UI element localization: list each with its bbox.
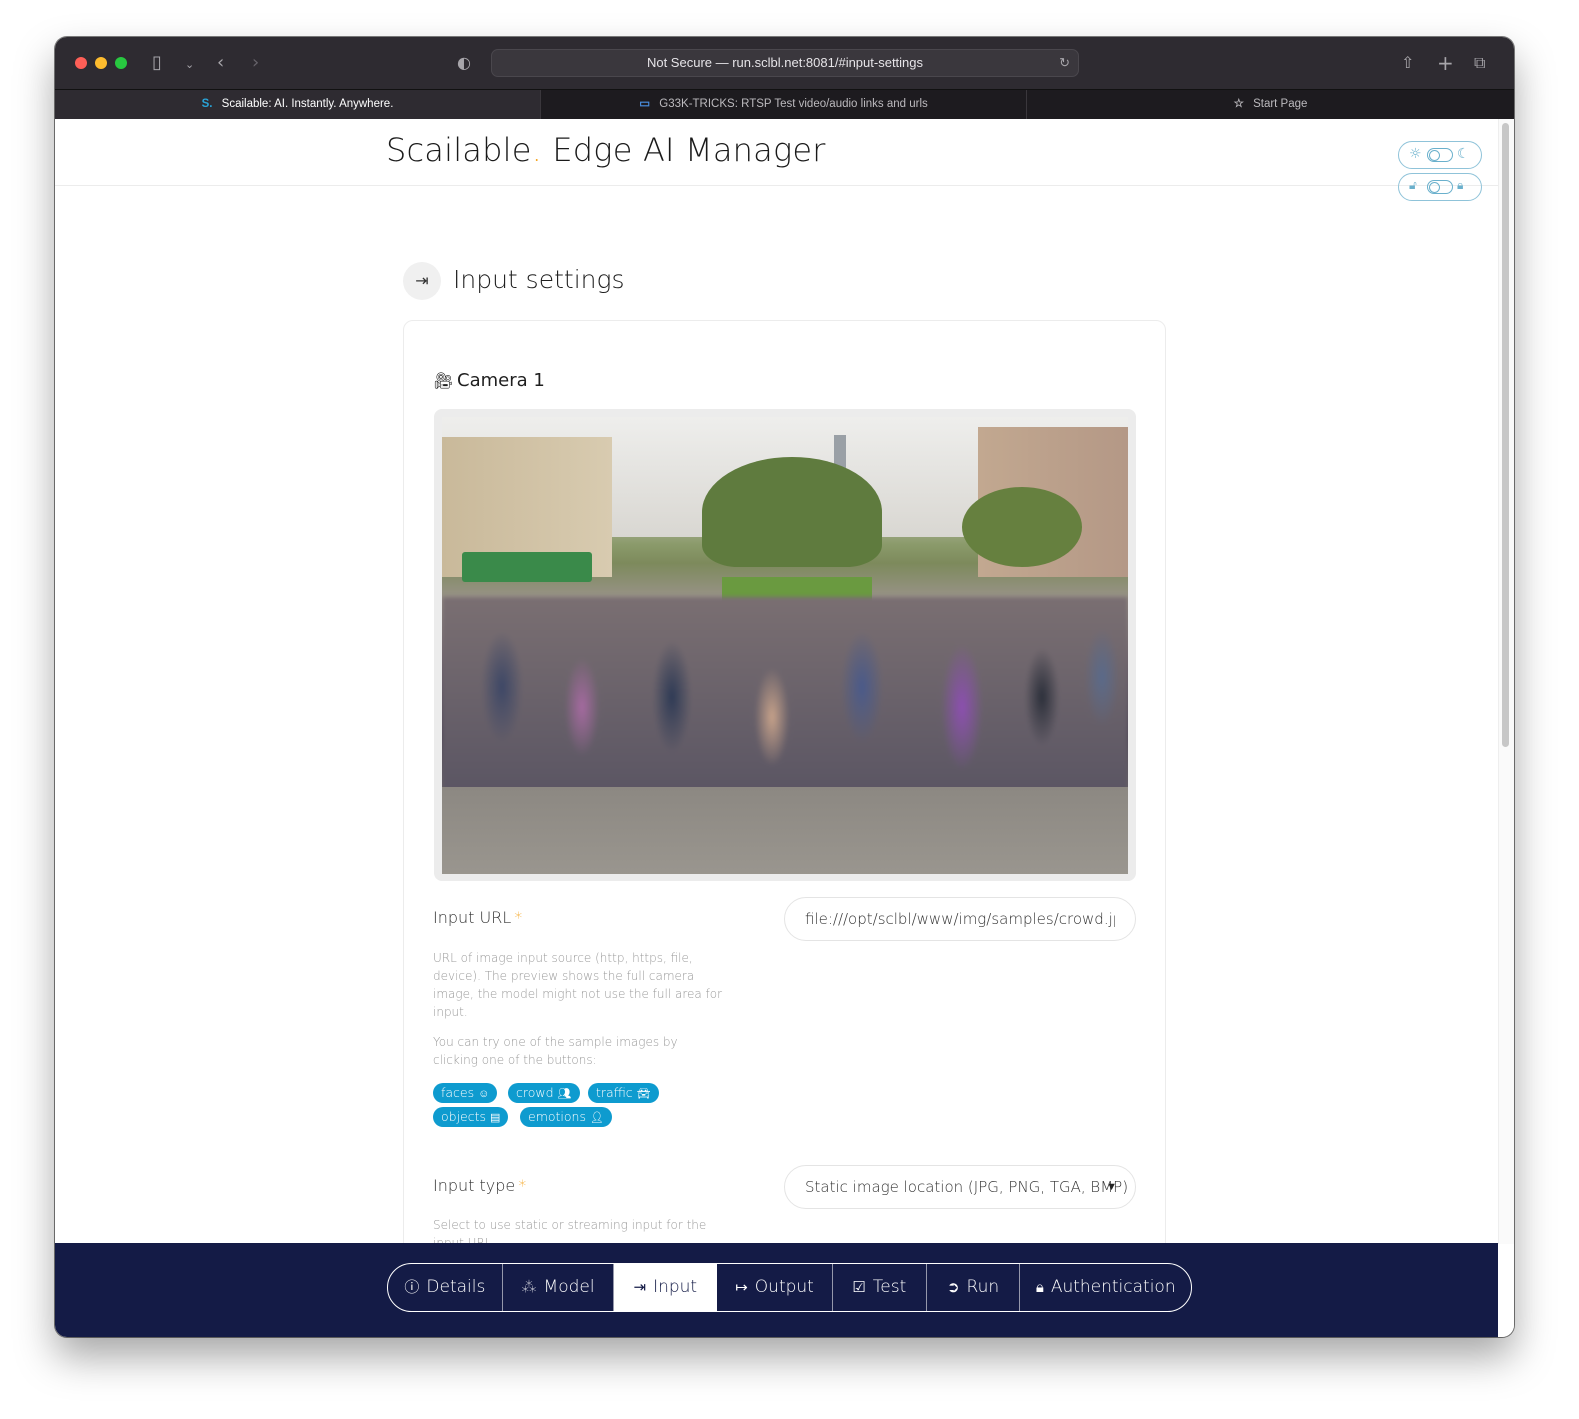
maximize-window-button[interactable] bbox=[115, 57, 127, 69]
tab-label: Start Page bbox=[1253, 98, 1308, 110]
input-url-help: URL of image input source (http, https, … bbox=[433, 951, 723, 1019]
car-icon: 🚘︎ bbox=[636, 1087, 651, 1100]
star-icon: ☆ bbox=[1233, 98, 1244, 110]
section-title: Input settings bbox=[453, 265, 625, 294]
nav-input[interactable]: ⇥ Input bbox=[614, 1264, 718, 1311]
sample-faces-button[interactable]: faces ☺ bbox=[433, 1083, 498, 1103]
chevron-down-icon[interactable]: ⌄ bbox=[185, 53, 194, 77]
nav-label: Model bbox=[543, 1277, 595, 1297]
nav-label: Run bbox=[966, 1277, 1000, 1297]
sitemap-icon: ⁂ bbox=[521, 1278, 537, 1296]
tab-label: Scailable: AI. Instantly. Anywhere. bbox=[221, 98, 394, 110]
tab-label: G33K-TRICKS: RTSP Test video/audio links… bbox=[659, 98, 928, 110]
brand-rest: Edge AI Manager bbox=[541, 131, 826, 169]
nav-model[interactable]: ⁂ Model bbox=[503, 1264, 615, 1311]
address-text: Not Secure — run.sclbl.net:8081/#input-s… bbox=[646, 55, 924, 70]
theme-toggle[interactable]: ☼ ☾ bbox=[1398, 141, 1482, 169]
input-type-select[interactable]: Static image location (JPG, PNG, TGA, BM… bbox=[784, 1165, 1136, 1209]
file-icon: ▤ bbox=[490, 1111, 501, 1124]
input-url-label-text: Input URL bbox=[433, 908, 512, 927]
forward-icon[interactable]: › bbox=[252, 51, 259, 75]
unlock-icon: 🔓︎ bbox=[1409, 178, 1417, 192]
nav-label: Output bbox=[754, 1277, 814, 1297]
lock-icon: 🔒︎ bbox=[1035, 1278, 1044, 1296]
camera-title: 🎥︎ Camera 1 bbox=[433, 370, 545, 391]
moon-icon: ☾ bbox=[1457, 146, 1470, 162]
brand-dot: . bbox=[531, 131, 542, 169]
sign-in-icon: ⇥ bbox=[403, 262, 441, 300]
step-nav: ⓘ Details ⁂ Model ⇥ Input ↦ Output ☑ Test ➲ Ru… bbox=[387, 1263, 1192, 1312]
title-bar: ▯ ⌄ ‹ › ◐ Not Secure — run.sclbl.net:808… bbox=[55, 37, 1514, 89]
scailable-favicon-icon: S. bbox=[201, 98, 213, 110]
page-header: Scailable. Edge AI Manager bbox=[55, 119, 1498, 186]
chip-label: traffic bbox=[596, 1085, 633, 1100]
required-mark: * bbox=[518, 1176, 527, 1195]
checklist-icon: ☑ bbox=[852, 1278, 866, 1296]
tab-overview-icon[interactable]: ⧉ bbox=[1474, 51, 1485, 75]
input-type-value: Static image location (JPG, PNG, TGA, BM… bbox=[805, 1178, 1129, 1196]
nav-label: Input bbox=[653, 1277, 698, 1297]
users-icon: 👥︎ bbox=[557, 1087, 572, 1100]
input-url-label: Input URL * bbox=[433, 908, 522, 927]
camera-preview-image bbox=[442, 417, 1128, 874]
sample-objects-button[interactable]: objects ▤ bbox=[433, 1107, 509, 1127]
address-bar[interactable]: Not Secure — run.sclbl.net:8081/#input-s… bbox=[491, 49, 1079, 77]
theme-switch bbox=[1427, 148, 1453, 162]
chip-label: faces bbox=[441, 1085, 475, 1100]
shield-icon[interactable]: ◐ bbox=[457, 51, 471, 75]
camera-preview-frame bbox=[434, 409, 1136, 881]
sample-emotions-button[interactable]: emotions 👤︎ bbox=[520, 1107, 612, 1127]
sample-traffic-button[interactable]: traffic 🚘︎ bbox=[588, 1083, 659, 1103]
nav-output[interactable]: ↦ Output bbox=[717, 1264, 833, 1311]
lock-switch bbox=[1427, 180, 1453, 194]
tab-scailable[interactable]: S. Scailable: AI. Instantly. Anywhere. bbox=[55, 90, 541, 120]
caret-down-icon: ▼ bbox=[1106, 1180, 1117, 1193]
new-tab-icon[interactable]: + bbox=[1437, 51, 1454, 75]
sample-crowd-button[interactable]: crowd 👥︎ bbox=[508, 1083, 580, 1103]
scrollbar-thumb[interactable] bbox=[1502, 123, 1509, 747]
video-camera-icon: 🎥︎ bbox=[433, 371, 454, 390]
chip-label: objects bbox=[441, 1109, 487, 1124]
lock-icon: 🔒︎ bbox=[1457, 178, 1464, 192]
nav-details[interactable]: ⓘ Details bbox=[388, 1264, 503, 1311]
nav-test[interactable]: ☑ Test bbox=[833, 1264, 927, 1311]
input-url-help-samples: You can try one of the sample images by … bbox=[433, 1035, 678, 1067]
nav-run[interactable]: ➲ Run bbox=[927, 1264, 1021, 1311]
tab-bar: S. Scailable: AI. Instantly. Anywhere. ▭… bbox=[55, 89, 1514, 120]
lock-toggle[interactable]: 🔓︎ 🔒︎ bbox=[1398, 173, 1482, 201]
chip-label: emotions bbox=[528, 1109, 586, 1124]
required-mark: * bbox=[514, 908, 523, 927]
monitor-icon: ▭ bbox=[639, 98, 651, 110]
minimize-window-button[interactable] bbox=[95, 57, 107, 69]
input-type-label-text: Input type bbox=[433, 1176, 516, 1195]
sign-in-icon: ⇥ bbox=[633, 1278, 647, 1296]
tab-g33k-tricks[interactable]: ▭ G33K-TRICKS: RTSP Test video/audio lin… bbox=[541, 90, 1027, 120]
nav-label: Authentication bbox=[1050, 1277, 1176, 1297]
input-type-label: Input type * bbox=[433, 1176, 526, 1195]
close-window-button[interactable] bbox=[75, 57, 87, 69]
browser-window: ▯ ⌄ ‹ › ◐ Not Secure — run.sclbl.net:808… bbox=[55, 37, 1514, 1337]
reload-icon[interactable]: ↻ bbox=[1059, 50, 1070, 76]
chip-label: crowd bbox=[516, 1085, 554, 1100]
user-plus-icon: 👤︎ bbox=[589, 1111, 604, 1124]
input-settings-card: 🎥︎ Camera 1 Input URL * file:///opt/sclb… bbox=[403, 320, 1166, 1280]
bottom-nav-bar: ⓘ Details ⁂ Model ⇥ Input ↦ Output ☑ Test ➲ Ru… bbox=[55, 1243, 1498, 1337]
back-icon[interactable]: ‹ bbox=[217, 51, 224, 75]
camera-title-text: Camera 1 bbox=[457, 370, 545, 391]
tab-start-page[interactable]: ☆ Start Page bbox=[1027, 90, 1514, 120]
nav-authentication[interactable]: 🔒︎ Authentication bbox=[1020, 1264, 1191, 1311]
share-icon[interactable]: ⇧ bbox=[1401, 51, 1414, 75]
sun-icon: ☼ bbox=[1409, 146, 1422, 162]
nav-label: Test bbox=[872, 1277, 907, 1297]
arrow-circle-icon: ➲ bbox=[946, 1278, 960, 1296]
input-url-field[interactable] bbox=[784, 897, 1136, 941]
brand-title[interactable]: Scailable. Edge AI Manager bbox=[386, 131, 826, 169]
face-icon: ☺ bbox=[478, 1087, 490, 1100]
nav-label: Details bbox=[426, 1277, 486, 1297]
info-icon: ⓘ bbox=[404, 1278, 420, 1296]
brand-main: Scailable bbox=[386, 131, 532, 169]
sidebar-toggle-icon[interactable]: ▯ bbox=[152, 51, 162, 75]
sign-out-icon: ↦ bbox=[735, 1278, 748, 1296]
page-content: Scailable. Edge AI Manager ☼ ☾ 🔓︎ 🔒︎ ⇥ I… bbox=[55, 119, 1514, 1337]
